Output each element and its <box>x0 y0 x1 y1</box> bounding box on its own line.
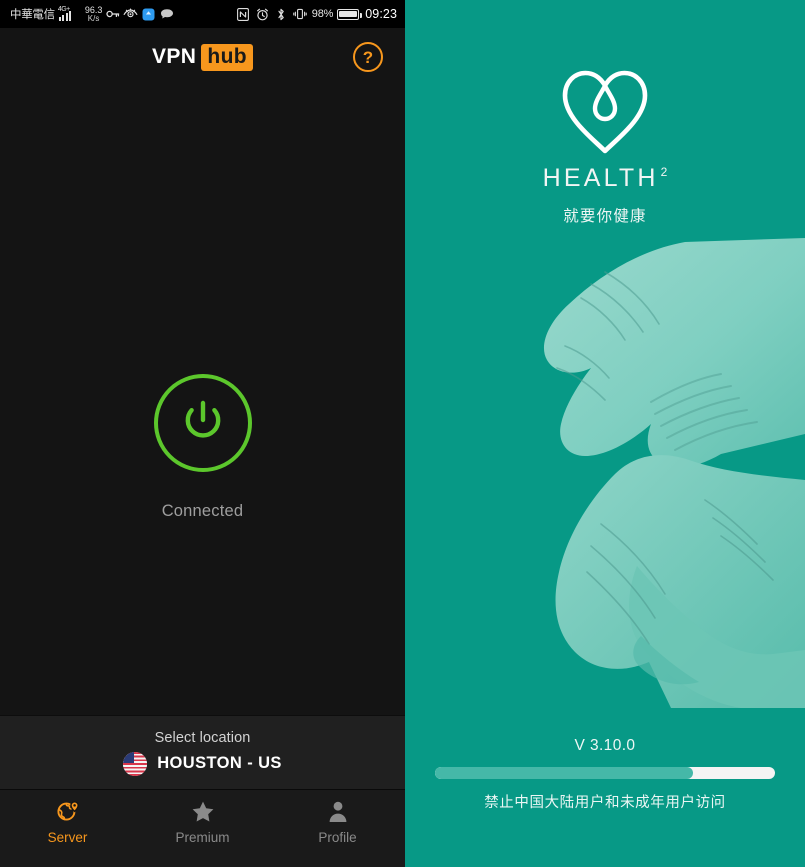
globe-pin-icon <box>56 798 80 824</box>
download-progress-bar <box>435 767 775 779</box>
status-bar-right: 98% 09:23 <box>236 0 397 28</box>
nav-item-server[interactable]: Server <box>0 798 135 845</box>
nav-label-server: Server <box>47 830 88 845</box>
person-icon <box>327 798 349 824</box>
select-location-button[interactable]: Select location HOUSTON - US <box>0 715 405 790</box>
eye-care-icon <box>123 7 138 21</box>
star-icon <box>191 798 215 824</box>
network-speed-unit: K/s <box>87 13 100 23</box>
logo-hub-text: hub <box>201 43 254 71</box>
phone-screenshot: 中華電信 4G+ 96.3 K/s 98% 09:23 VPN hub ? Co… <box>0 0 805 867</box>
vpnhub-logo: VPN hub <box>151 43 254 71</box>
status-bar-left: 中華電信 4G+ 96.3 K/s <box>0 5 174 23</box>
download-progress-fill <box>435 767 694 779</box>
selected-location-label: HOUSTON - US <box>157 754 282 772</box>
signal-strength-icon: 4G+ <box>58 6 80 21</box>
nav-label-premium: Premium <box>175 830 230 845</box>
bluetooth-icon <box>274 7 289 21</box>
app-blue-icon <box>141 7 156 21</box>
gloved-hands-icon <box>405 228 805 708</box>
health-brand-name: HEALTH 2 <box>543 164 668 193</box>
health-app-panel: HEALTH 2 就要你健康 V 3.10.0 禁止中国大陆用户和未成年用户访问 <box>405 0 805 867</box>
carrier-label: 中華電信 <box>10 9 55 21</box>
health-branding: HEALTH 2 就要你健康 <box>405 58 805 226</box>
alarm-icon <box>255 7 270 21</box>
help-icon[interactable]: ? <box>353 42 383 72</box>
network-speed-indicator: 96.3 K/s <box>85 5 103 23</box>
vpn-key-icon <box>105 7 120 21</box>
nav-item-premium[interactable]: Premium <box>135 798 270 845</box>
selected-location-row: HOUSTON - US <box>123 751 282 776</box>
clock-label: 09:23 <box>365 7 397 21</box>
power-icon <box>185 400 220 438</box>
vibrate-icon <box>293 7 308 21</box>
bottom-navigation-bar: Server Premium Profile <box>0 790 405 867</box>
version-label: V 3.10.0 <box>574 737 636 754</box>
select-location-label: Select location <box>154 729 251 746</box>
vpn-app-header: VPN hub ? <box>0 28 405 86</box>
battery-percent-label: 98% <box>311 8 334 20</box>
nav-label-profile: Profile <box>318 830 357 845</box>
health-brand-superscript: 2 <box>660 165 668 179</box>
heart-droplet-icon <box>553 58 657 158</box>
power-toggle-button[interactable] <box>153 374 252 472</box>
health-brand-text: HEALTH <box>542 164 659 192</box>
nfc-icon <box>236 7 251 21</box>
battery-icon <box>337 8 362 20</box>
connection-status-label: Connected <box>161 502 244 520</box>
status-bar: 中華電信 4G+ 96.3 K/s 98% 09:23 <box>0 0 405 28</box>
vpn-app-panel: VPN hub ? Connected Select location HOUS… <box>0 28 405 867</box>
health-tagline: 就要你健康 <box>563 208 647 225</box>
nav-item-profile[interactable]: Profile <box>270 798 405 845</box>
message-icon <box>159 7 174 21</box>
access-restriction-notice: 禁止中国大陆用户和未成年用户访问 <box>484 795 726 811</box>
logo-vpn-text: VPN <box>151 45 197 68</box>
us-flag-icon <box>123 751 148 776</box>
